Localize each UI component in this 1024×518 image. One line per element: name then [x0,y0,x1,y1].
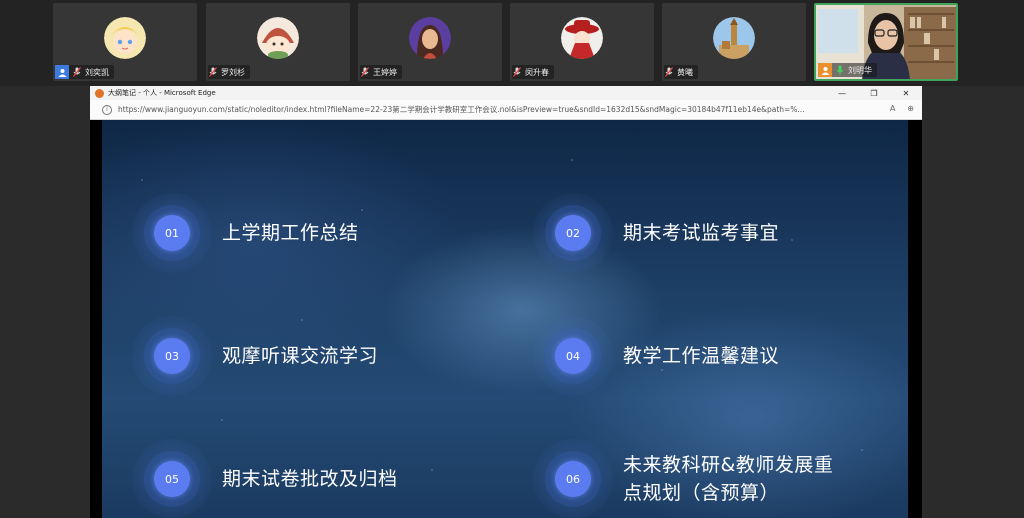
host-user-icon [818,63,832,77]
participant-nameplate: 罗刘杉 [208,65,250,79]
number-badge: 05 [132,439,212,518]
avatar [561,17,603,59]
mic-muted-icon [208,67,218,78]
participant-name: 闵升春 [525,67,549,77]
participant-nameplate: 刘奕凯 [55,65,114,79]
number-badge: 01 [132,193,212,273]
agenda-item: 01 上学期工作总结 [132,193,359,273]
participant-tile[interactable]: 王婷婷 [358,3,502,81]
item-number: 03 [165,349,179,363]
number-badge: 04 [533,316,613,396]
item-label: 期末考试监考事宜 [623,222,780,244]
agenda-slide: 01 上学期工作总结 02 期末考试监考事宜 03 观摩听课交流学习 04 教学… [102,120,908,518]
read-aloud-icon[interactable]: A [890,104,895,113]
participant-tile[interactable]: 闵升春 [510,3,654,81]
avatar [257,17,299,59]
participant-nameplate: 黄曦 [664,65,698,79]
restore-button[interactable]: ❐ [858,86,890,100]
item-number: 02 [566,226,580,240]
app-favicon-icon [95,88,104,98]
participant-name: 刘奕凯 [85,67,109,77]
item-label: 教学工作温馨建议 [623,345,780,367]
agenda-item: 05 期末试卷批改及归档 [132,439,398,518]
avatar [104,17,146,59]
agenda-item: 04 教学工作温馨建议 [533,316,780,396]
item-number: 05 [165,472,179,486]
number-badge: 03 [132,316,212,396]
avatar [409,17,451,59]
site-info-icon[interactable]: i [102,104,112,115]
number-badge: 06 [533,439,613,518]
mic-muted-icon [72,67,82,78]
mic-muted-icon [512,67,522,78]
item-label: 观摩听课交流学习 [222,345,379,367]
title-bar: 大纲笔记 - 个人 - Microsoft Edge — ❐ ✕ [90,86,922,100]
agenda-item: 03 观摩听课交流学习 [132,316,379,396]
participant-name: 黄曦 [677,67,693,77]
item-number: 04 [566,349,580,363]
close-button[interactable]: ✕ [890,86,922,100]
participant-strip: 刘奕凯 罗刘杉 王婷婷 闵升春 黄曦 刘明华 [0,0,1024,86]
participant-tile-active[interactable]: 刘明华 [814,3,958,81]
participant-name: 王婷婷 [373,67,397,77]
avatar [713,17,755,59]
url-text[interactable]: https://www.jianguoyun.com/static/noledi… [118,104,878,115]
user-icon [55,65,69,79]
mic-muted-icon [664,67,674,78]
participant-nameplate: 王婷婷 [360,65,402,79]
item-label: 上学期工作总结 [222,222,359,244]
item-label: 未来教科研&教师发展重点规划（含预算） [623,454,834,504]
mic-active-icon [835,65,845,76]
participant-name: 罗刘杉 [221,67,245,77]
window-title: 大纲笔记 - 个人 - Microsoft Edge [108,89,216,97]
zoom-icon[interactable]: ⊕ [907,104,914,113]
participant-tile[interactable]: 刘奕凯 [53,3,197,81]
participant-nameplate: 刘明华 [818,63,877,77]
address-bar[interactable]: i https://www.jianguoyun.com/static/nole… [90,100,922,120]
browser-window: 大纲笔记 - 个人 - Microsoft Edge — ❐ ✕ i https… [90,86,922,518]
participant-nameplate: 闵升春 [512,65,554,79]
mic-muted-icon [360,67,370,78]
participant-tile[interactable]: 罗刘杉 [206,3,350,81]
participant-name: 刘明华 [848,65,872,75]
item-number: 06 [566,472,580,486]
participant-tile[interactable]: 黄曦 [662,3,806,81]
agenda-item: 02 期末考试监考事宜 [533,193,780,273]
agenda-item: 06 未来教科研&教师发展重点规划（含预算） [533,439,849,518]
item-label: 期末试卷批改及归档 [222,468,398,490]
document-viewport: 01 上学期工作总结 02 期末考试监考事宜 03 观摩听课交流学习 04 教学… [90,120,922,518]
number-badge: 02 [533,193,613,273]
item-number: 01 [165,226,179,240]
minimize-button[interactable]: — [826,86,858,100]
